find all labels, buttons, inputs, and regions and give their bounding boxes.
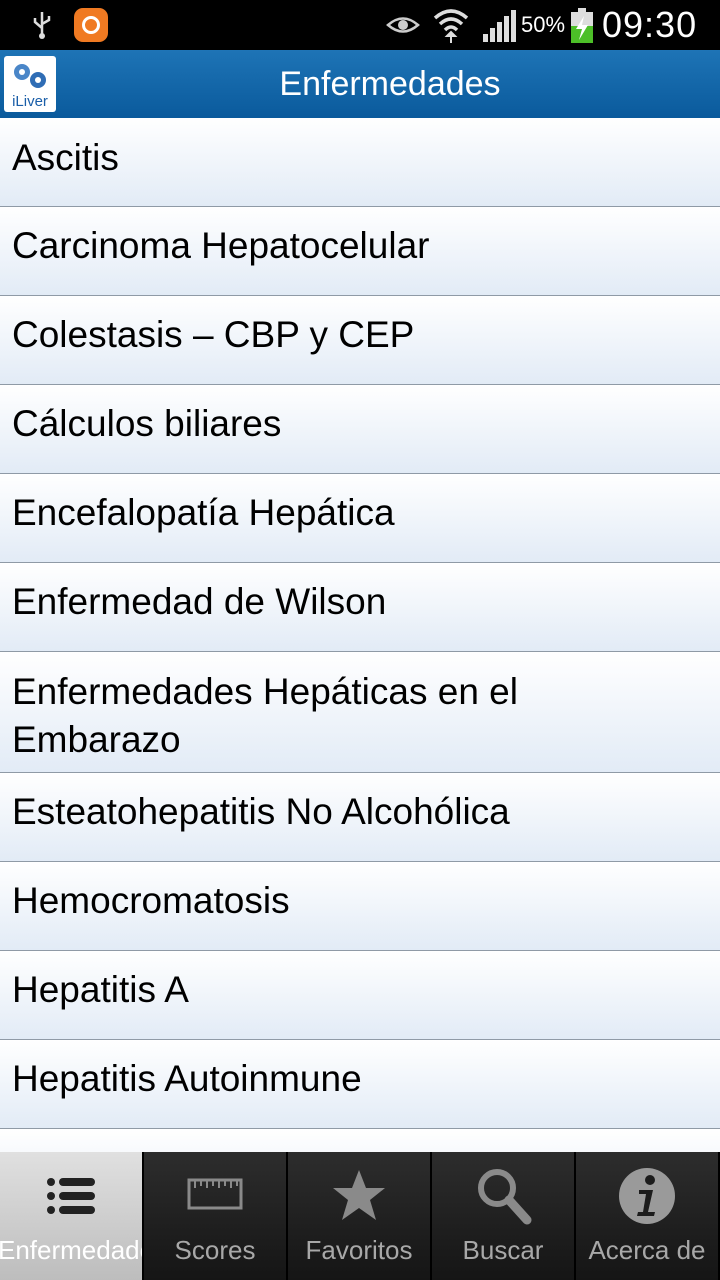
wifi-icon (433, 9, 469, 43)
bottom-tab-bar: Enfermedades Scores Favoritos Buscar Ace… (0, 1152, 720, 1280)
list-item-label: Ascitis (12, 137, 119, 178)
list-item[interactable]: Encefalopatía Hepática (0, 474, 720, 563)
tab-enfermedades[interactable]: Enfermedades (0, 1152, 144, 1280)
list-item-label: Hepatitis A (12, 969, 189, 1010)
battery-charging-icon (571, 8, 593, 43)
app-notification-icon (74, 8, 108, 42)
list-item[interactable] (0, 1129, 720, 1152)
list-item-label: Encefalopatía Hepática (12, 492, 395, 533)
tab-buscar[interactable]: Buscar (432, 1152, 576, 1280)
star-icon (333, 1170, 385, 1220)
clock: 09:30 (602, 4, 698, 45)
disease-list[interactable]: Ascitis Carcinoma Hepatocelular Colestas… (0, 118, 720, 1152)
hexagon-logo-icon (14, 64, 46, 88)
list-item[interactable]: Cálculos biliares (0, 385, 720, 474)
list-item[interactable]: Hepatitis A (0, 951, 720, 1040)
signal-icon (483, 10, 516, 42)
list-item[interactable]: Carcinoma Hepatocelular (0, 207, 720, 296)
usb-icon (33, 12, 51, 39)
list-item[interactable]: Ascitis (0, 118, 720, 207)
tab-label: Acerca de (588, 1235, 706, 1265)
status-bar: 50% 09:30 (0, 0, 720, 50)
list-item[interactable]: Colestasis – CBP y CEP (0, 296, 720, 385)
logo-text: iLiver (12, 93, 48, 110)
tab-label: Favoritos (305, 1235, 413, 1265)
tab-label: Buscar (462, 1235, 544, 1265)
list-item-label: Colestasis – CBP y CEP (12, 314, 415, 355)
list-item[interactable]: Enfermedad de Wilson (0, 563, 720, 652)
app-logo[interactable]: iLiver (4, 56, 56, 112)
list-item-label: Carcinoma Hepatocelular (12, 225, 430, 266)
page-title: Enfermedades (279, 65, 501, 103)
tab-scores[interactable]: Scores (144, 1152, 288, 1280)
list-item-label: Enfermedad de Wilson (12, 581, 387, 622)
ruler-icon (187, 1178, 243, 1210)
eye-icon (386, 17, 420, 33)
list-item-label: Hemocromatosis (12, 880, 290, 921)
list-item-label: Hepatitis Autoinmune (12, 1058, 362, 1099)
tab-label: Enfermedades (0, 1235, 142, 1265)
list-item-label: Esteatohepatitis No Alcohólica (12, 791, 510, 832)
list-item-label: Cálculos biliares (12, 403, 282, 444)
tab-acerca-de[interactable]: Acerca de (576, 1152, 720, 1280)
list-item-label: Enfermedades Hepáticas en el Embarazo (12, 671, 518, 760)
tab-favoritos[interactable]: Favoritos (288, 1152, 432, 1280)
info-icon (619, 1168, 675, 1224)
list-item[interactable]: Hepatitis Autoinmune (0, 1040, 720, 1129)
list-item[interactable]: Hemocromatosis (0, 862, 720, 951)
list-item[interactable]: Esteatohepatitis No Alcohólica (0, 773, 720, 862)
list-icon (47, 1178, 95, 1214)
magnifier-icon (478, 1169, 532, 1225)
battery-percent: 50% (521, 12, 566, 37)
app-title-bar: iLiver Enfermedades (0, 50, 720, 118)
tab-label: Scores (174, 1235, 256, 1265)
list-item[interactable]: Enfermedades Hepáticas en el Embarazo (0, 652, 720, 773)
